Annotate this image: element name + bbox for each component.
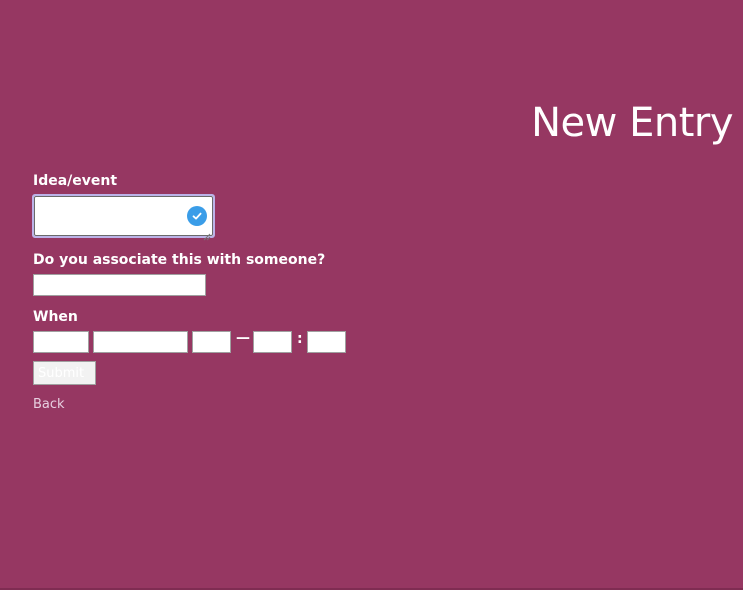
time-separator: : [297,331,303,347]
submit-button[interactable]: Submit [33,361,96,385]
back-link[interactable]: Back [33,397,65,412]
minute-input[interactable] [307,331,346,353]
check-circle-icon [187,206,207,226]
page-title: New Entry [531,100,733,146]
year-input[interactable] [192,331,231,353]
new-entry-page: New Entry Idea/event Do you associate th… [0,0,743,590]
date-time-separator: — [236,330,250,346]
idea-label: Idea/event [33,173,118,189]
when-label: When [33,309,78,325]
month-input[interactable] [93,331,188,353]
associate-label: Do you associate this with someone? [33,252,326,268]
hour-input[interactable] [253,331,292,353]
resize-grip-icon[interactable] [203,226,211,241]
associate-input[interactable] [33,274,206,296]
day-input[interactable] [33,331,89,353]
idea-field-wrapper [32,194,215,241]
